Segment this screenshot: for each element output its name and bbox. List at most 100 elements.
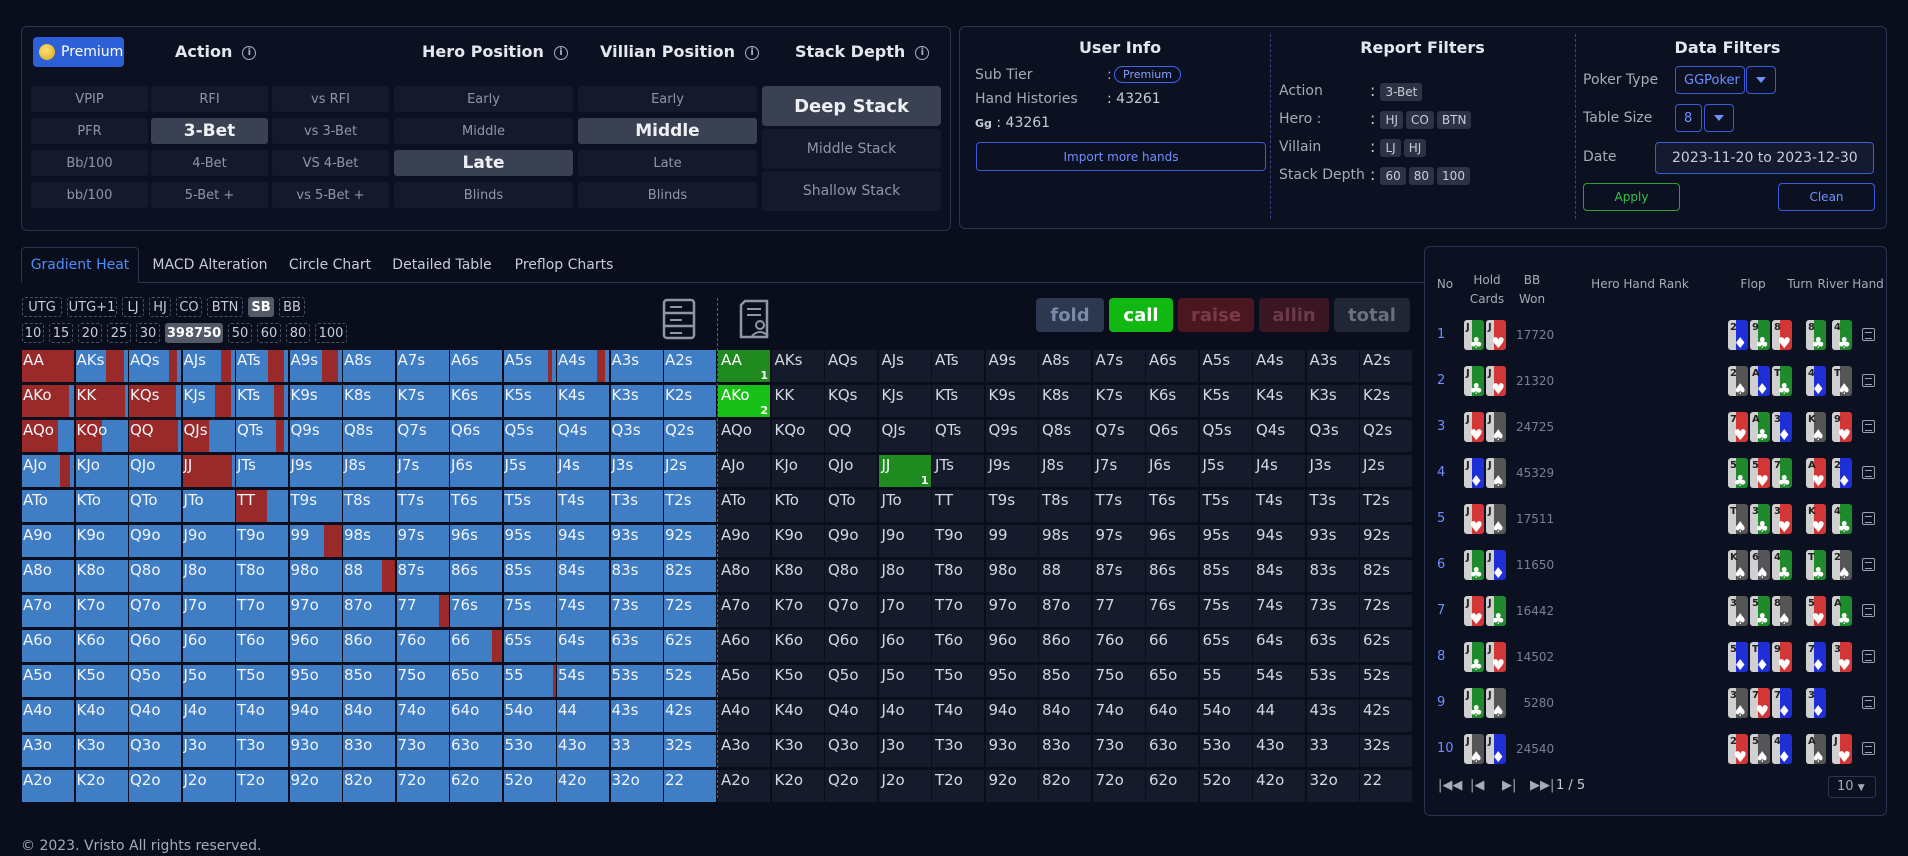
detail-cell[interactable]: 85o	[1039, 665, 1091, 697]
position-chip[interactable]: BTN	[207, 297, 243, 317]
detail-cell[interactable]: A7s	[1092, 350, 1145, 382]
stack-chip[interactable]: 10	[22, 323, 44, 343]
detail-cell[interactable]: AJs	[878, 350, 931, 382]
heat-cell[interactable]: 65s	[503, 630, 556, 662]
heat-cell[interactable]: 97o	[289, 595, 342, 627]
detail-cell[interactable]: T3o	[932, 735, 984, 767]
action-button[interactable]: vs 3-Bet	[272, 118, 389, 144]
heat-cell[interactable]: Q2s	[664, 420, 716, 452]
detail-cell[interactable]: 99	[985, 525, 1038, 557]
tab-macd-alteration[interactable]: MACD Alteration	[141, 247, 279, 283]
heat-cell[interactable]: K3o	[75, 735, 128, 767]
detail-cell[interactable]: J6s	[1146, 455, 1198, 487]
heat-cell[interactable]: KQs	[129, 385, 181, 417]
heat-cell[interactable]: K9o	[75, 525, 128, 557]
detail-cell[interactable]: T4s	[1253, 490, 1305, 522]
heat-cell[interactable]: 86s	[450, 560, 502, 592]
heat-cell[interactable]: 87s	[396, 560, 449, 592]
heat-cell[interactable]: T8s	[343, 490, 395, 522]
heat-cell[interactable]: J9s	[289, 455, 342, 487]
tab-gradient-heat[interactable]: Gradient Heat	[21, 247, 139, 283]
detail-cell[interactable]: 95o	[985, 665, 1038, 697]
detail-cell[interactable]: 83s	[1306, 560, 1359, 592]
heat-cell[interactable]: K4o	[75, 700, 128, 732]
detail-cell[interactable]: 86s	[1146, 560, 1198, 592]
detail-cell[interactable]: K2o	[771, 770, 824, 802]
detail-cell[interactable]: 44	[1253, 700, 1305, 732]
hand-replay-icon[interactable]	[1862, 742, 1875, 755]
heat-cell[interactable]: 32s	[664, 735, 716, 767]
detail-cell[interactable]: 97s	[1092, 525, 1145, 557]
hand-replay-icon[interactable]	[1862, 374, 1875, 387]
detail-cell[interactable]: 94s	[1253, 525, 1305, 557]
detail-cell[interactable]: AA 1	[718, 350, 770, 382]
detail-cell[interactable]: 84o	[1039, 700, 1091, 732]
detail-cell[interactable]: 72o	[1092, 770, 1145, 802]
heat-cell[interactable]: 63s	[610, 630, 663, 662]
heat-cell[interactable]: KJo	[75, 455, 128, 487]
detail-cell[interactable]: 73o	[1092, 735, 1145, 767]
detail-cell[interactable]: 75o	[1092, 665, 1145, 697]
heat-cell[interactable]: J2o	[182, 770, 235, 802]
heat-cell[interactable]: Q9s	[289, 420, 342, 452]
heat-cell[interactable]: 95o	[289, 665, 342, 697]
heat-cell[interactable]: K2o	[75, 770, 128, 802]
table-size-dropdown[interactable]	[1704, 104, 1734, 132]
stack-chip[interactable]: 60	[257, 323, 281, 343]
heat-cell[interactable]: 64o	[450, 700, 502, 732]
detail-cell[interactable]: 62o	[1146, 770, 1198, 802]
detail-cell[interactable]: 53o	[1199, 735, 1252, 767]
action-button[interactable]: 4-Bet	[151, 150, 268, 176]
detail-cell[interactable]: J3o	[878, 735, 931, 767]
heat-cell[interactable]: 74o	[396, 700, 449, 732]
heat-cell[interactable]: Q4s	[557, 420, 609, 452]
detail-cell[interactable]: J4s	[1253, 455, 1305, 487]
heat-cell[interactable]: 93o	[289, 735, 342, 767]
info-icon[interactable]: i	[745, 46, 760, 60]
heat-cell[interactable]: 73o	[396, 735, 449, 767]
hand-replay-icon[interactable]	[1862, 420, 1875, 433]
detail-cell[interactable]: J9o	[878, 525, 931, 557]
detail-cell[interactable]: J6o	[878, 630, 931, 662]
heat-cell[interactable]: 66	[450, 630, 502, 662]
position-chip[interactable]: BB	[279, 297, 305, 317]
heat-cell[interactable]: 74s	[557, 595, 609, 627]
heat-cell[interactable]: JTo	[182, 490, 235, 522]
detail-cell[interactable]: AKs	[771, 350, 824, 382]
first-page-icon[interactable]: |◀◀	[1438, 778, 1462, 793]
tab-detailed-table[interactable]: Detailed Table	[382, 247, 502, 283]
detail-cell[interactable]: J9s	[985, 455, 1038, 487]
heat-cell[interactable]: T7o	[236, 595, 288, 627]
heat-cell[interactable]: 33	[610, 735, 663, 767]
heat-cell[interactable]: Q5o	[129, 665, 181, 697]
stack-depth-button[interactable]: Middle Stack	[762, 129, 941, 169]
detail-cell[interactable]: 63o	[1146, 735, 1198, 767]
detail-cell[interactable]: AQs	[825, 350, 877, 382]
detail-cell[interactable]: 93s	[1306, 525, 1359, 557]
heat-cell[interactable]: T5o	[236, 665, 288, 697]
detail-cell[interactable]: 65s	[1199, 630, 1252, 662]
hero-position-button[interactable]: Blinds	[394, 182, 573, 208]
heat-cell[interactable]: T6s	[450, 490, 502, 522]
heat-cell[interactable]: K6o	[75, 630, 128, 662]
position-chip[interactable]: CO	[176, 297, 202, 317]
heat-cell[interactable]: 83o	[343, 735, 395, 767]
tab-preflop-charts[interactable]: Preflop Charts	[505, 247, 623, 283]
hero-position-button[interactable]: Early	[394, 86, 573, 112]
detail-cell[interactable]: K9o	[771, 525, 824, 557]
detail-cell[interactable]: Q8o	[825, 560, 877, 592]
detail-cell[interactable]: Q8s	[1039, 420, 1091, 452]
detail-cell[interactable]: JTo	[878, 490, 931, 522]
tab-circle-chart[interactable]: Circle Chart	[280, 247, 380, 283]
heat-cell[interactable]: Q4o	[129, 700, 181, 732]
detail-cell[interactable]: J2o	[878, 770, 931, 802]
detail-cell[interactable]: 87s	[1092, 560, 1145, 592]
detail-cell[interactable]: K7o	[771, 595, 824, 627]
heat-cell[interactable]: QQ	[129, 420, 181, 452]
detail-cell[interactable]: J4o	[878, 700, 931, 732]
detail-cell[interactable]: JJ 1	[878, 455, 931, 487]
detail-cell[interactable]: T5o	[932, 665, 984, 697]
detail-cell[interactable]: J8o	[878, 560, 931, 592]
detail-cell[interactable]: AJo	[718, 455, 770, 487]
total-button[interactable]: total	[1334, 298, 1410, 332]
